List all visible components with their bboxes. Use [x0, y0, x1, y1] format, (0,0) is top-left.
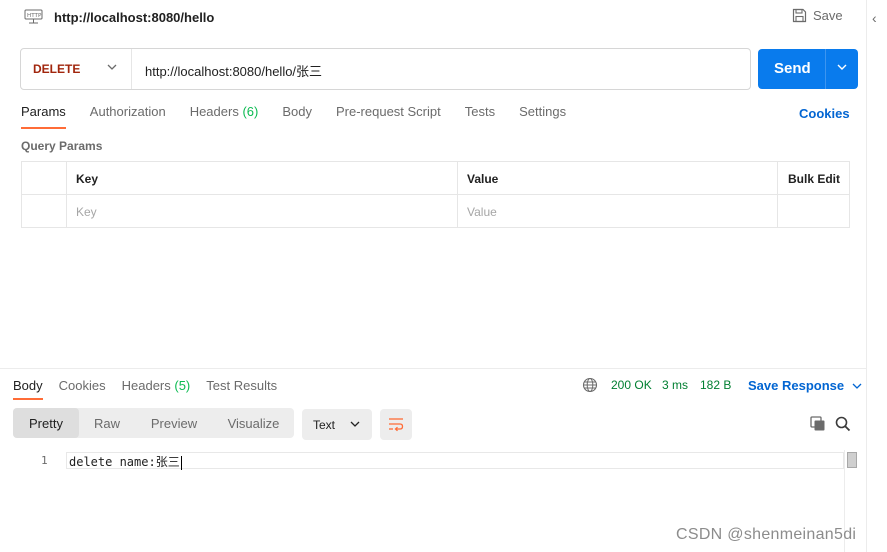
tab-response-cookies[interactable]: Cookies	[59, 378, 106, 400]
url-bar: DELETE http://localhost:8080/hello/张三	[20, 48, 751, 90]
right-sidebar-rail: ‹	[866, 0, 887, 552]
request-tabs: Params Authorization Headers (6) Body Pr…	[21, 104, 590, 130]
value-column-header: Value	[458, 162, 778, 194]
format-visualize[interactable]: Visualize	[213, 408, 294, 438]
save-response-button[interactable]: Save Response	[748, 378, 862, 393]
key-input[interactable]: Key	[67, 195, 458, 227]
tab-response-body[interactable]: Body	[13, 378, 43, 400]
tab-settings[interactable]: Settings	[519, 104, 566, 129]
response-time[interactable]: 3 ms	[662, 378, 688, 392]
tab-response-headers[interactable]: Headers (5)	[122, 378, 191, 400]
method-select[interactable]: DELETE	[21, 49, 132, 89]
send-button[interactable]: Send	[758, 49, 858, 89]
line-number: 1	[41, 454, 48, 467]
save-icon	[792, 8, 807, 23]
response-size[interactable]: 182 B	[700, 378, 731, 392]
save-button[interactable]: Save	[792, 8, 843, 23]
status-code[interactable]: 200 OK	[611, 378, 652, 392]
chevron-down-icon	[107, 64, 117, 70]
response-body-line[interactable]: delete name:张三	[69, 453, 182, 470]
active-line-highlight	[66, 452, 844, 469]
globe-icon[interactable]	[582, 377, 598, 393]
format-preview[interactable]: Preview	[135, 408, 213, 438]
chevron-down-icon	[852, 383, 862, 389]
format-raw[interactable]: Raw	[79, 408, 135, 438]
checkbox-column-header	[22, 162, 67, 194]
search-icon[interactable]	[835, 416, 851, 432]
wrap-lines-icon	[389, 418, 404, 432]
tab-body[interactable]: Body	[282, 104, 312, 129]
bulk-edit-button[interactable]: Bulk Edit	[778, 162, 849, 194]
row-action-cell	[778, 195, 849, 227]
send-divider	[825, 49, 826, 89]
method-label: DELETE	[33, 62, 81, 76]
headers-count: (6)	[242, 104, 259, 119]
tab-pre-request-script[interactable]: Pre-request Script	[336, 104, 441, 129]
format-selector: Pretty Raw Preview Visualize	[13, 408, 294, 438]
url-input[interactable]: http://localhost:8080/hello/张三	[145, 61, 322, 80]
query-params-label: Query Params	[21, 139, 103, 153]
tab-authorization[interactable]: Authorization	[90, 104, 166, 129]
send-label: Send	[774, 60, 811, 77]
response-tabs: Body Cookies Headers (5) Test Results	[13, 378, 293, 400]
tab-params[interactable]: Params	[21, 104, 66, 129]
save-response-label: Save Response	[748, 378, 845, 393]
copy-icon[interactable]	[810, 416, 826, 432]
http-request-icon: HTTP	[24, 9, 43, 24]
scrollbar-thumb[interactable]	[847, 452, 857, 468]
chevron-down-icon	[350, 421, 360, 427]
text-cursor	[180, 455, 182, 470]
chevron-left-icon[interactable]: ‹	[872, 10, 877, 26]
key-column-header: Key	[67, 162, 458, 194]
response-divider[interactable]	[0, 368, 866, 369]
cookies-link[interactable]: Cookies	[799, 106, 850, 121]
request-title: http://localhost:8080/hello	[54, 10, 215, 25]
value-input[interactable]: Value	[458, 195, 778, 227]
save-label: Save	[813, 8, 843, 23]
table-header-row: Key Value Bulk Edit	[22, 162, 849, 195]
format-type-label: Text	[313, 418, 336, 432]
query-params-table: Key Value Bulk Edit Key Value	[21, 161, 850, 228]
svg-text:HTTP: HTTP	[27, 13, 42, 19]
format-pretty[interactable]: Pretty	[13, 408, 79, 438]
tab-tests[interactable]: Tests	[465, 104, 495, 129]
row-checkbox-cell	[22, 195, 67, 227]
format-type-dropdown[interactable]: Text	[302, 409, 372, 440]
chevron-down-icon[interactable]	[837, 64, 847, 71]
tab-headers[interactable]: Headers (6)	[190, 104, 259, 129]
request-header: HTTP http://localhost:8080/hello Save	[0, 0, 866, 36]
wrap-lines-button[interactable]	[380, 409, 412, 440]
table-row: Key Value	[22, 195, 849, 228]
response-headers-count: (5)	[174, 378, 191, 393]
watermark: CSDN @shenmeinan5di	[676, 526, 857, 543]
tab-test-results[interactable]: Test Results	[206, 378, 277, 400]
